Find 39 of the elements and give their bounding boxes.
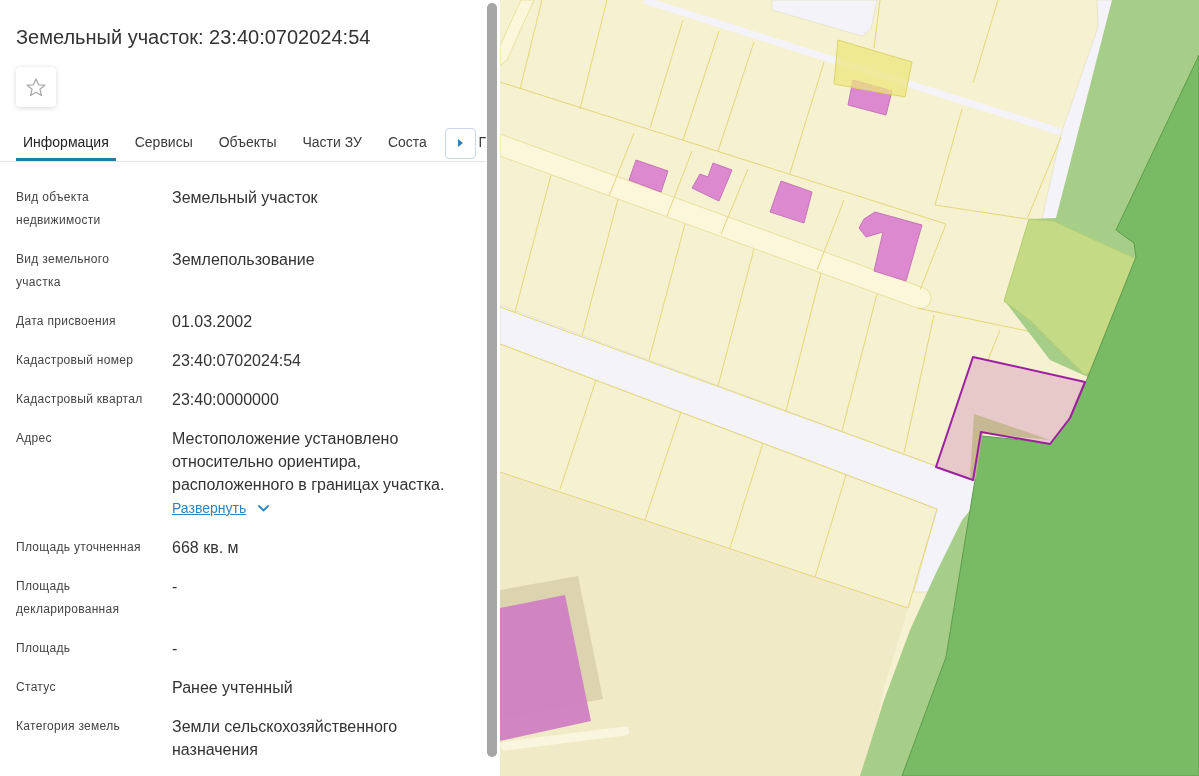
- field-value: Земли сельскохозяйственного назначения: [172, 717, 399, 760]
- field-label: Вид объекта недвижимости: [16, 189, 102, 229]
- field-value: 668 кв. м: [172, 538, 239, 558]
- selected-parcel[interactable]: [935, 356, 1086, 481]
- favorite-button[interactable]: [16, 67, 56, 107]
- building-shape: [628, 159, 669, 193]
- field-value: Ранее учтенный: [172, 678, 293, 698]
- scrollbar-thumb[interactable]: [487, 3, 497, 757]
- field-label: Статус: [16, 679, 57, 696]
- field-value: Местоположение установлено относительно ориентира, расположенного в границах участка.: [172, 429, 446, 495]
- page-title: Земельный участок: 23:40:0702024:54: [16, 25, 372, 50]
- field-value: Землепользование: [172, 250, 315, 270]
- triangle-right-icon: [458, 139, 464, 147]
- field-value: 23:40:0702024:54: [172, 351, 301, 371]
- field-label: Площадь: [16, 640, 72, 657]
- scroll-tabs-button[interactable]: [445, 127, 477, 159]
- field-label: Кадастровый номер: [16, 352, 135, 369]
- field-value: 01.03.2002: [172, 312, 253, 332]
- building-shape: [691, 162, 733, 202]
- field-label: Вид земельного участка: [16, 251, 111, 291]
- field-value: -: [172, 577, 178, 597]
- building-shape: [858, 211, 923, 282]
- field-label: Адрес: [16, 430, 53, 447]
- field-value: 23:40:0000000: [172, 390, 279, 410]
- expand-link[interactable]: Развернуть: [172, 496, 270, 520]
- building-shape: [769, 180, 813, 224]
- field-label: Площадь декларированная: [16, 578, 121, 618]
- field-label: Кадастровый квартал: [16, 391, 144, 408]
- tab[interactable]: Информация: [16, 125, 116, 161]
- field-label: Категория земель: [16, 718, 122, 735]
- field-value: Земельный участок: [172, 188, 318, 208]
- tab[interactable]: Объекты: [211, 125, 284, 161]
- tab[interactable]: Соста: [380, 125, 429, 161]
- field-value: -: [172, 639, 178, 659]
- field-label: Дата присвоения: [16, 313, 117, 330]
- tab[interactable]: Части ЗУ: [295, 125, 369, 161]
- tab[interactable]: Сервисы: [127, 125, 200, 161]
- tab[interactable]: Г: [478, 125, 486, 161]
- field-label: Площадь уточненная: [16, 539, 142, 556]
